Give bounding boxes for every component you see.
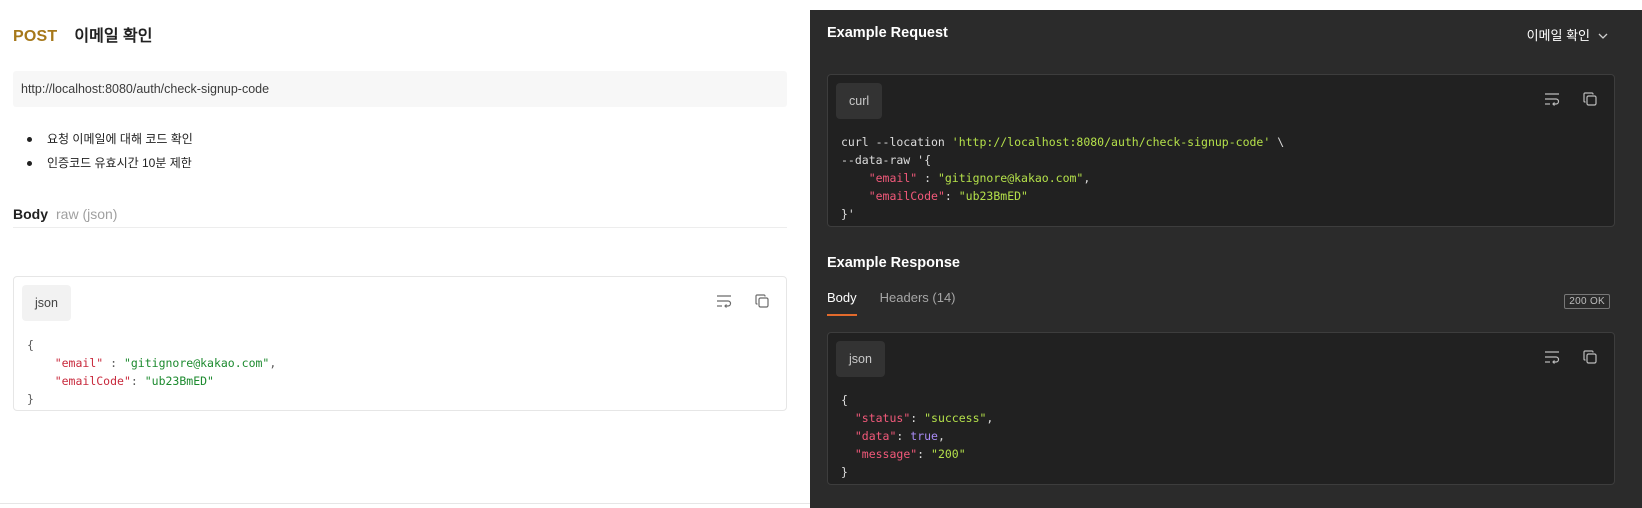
request-name: 이메일 확인 [74,28,153,45]
body-type: raw (json) [56,206,118,222]
example-selector-label: 이메일 확인 [1526,28,1590,43]
request-body-code: { "email" : "gitignore@kakao.com", "emai… [27,338,277,406]
description-item: 요청 이메일에 대해 코드 확인 [13,131,193,155]
code-language-chip: json [836,341,885,377]
example-selector[interactable]: 이메일 확인 [1527,25,1608,44]
code-toolbar [1542,347,1600,367]
request-doc-pane: POST 이메일 확인 http://localhost:8080/auth/c… [13,0,787,508]
code-toolbar [1542,89,1600,109]
example-pane: Example Request 이메일 확인 curl curl --locat… [810,10,1642,508]
tab-headers[interactable]: Headers (14) [880,290,956,316]
request-description-list: 요청 이메일에 대해 코드 확인 인증코드 유효시간 10분 제한 [13,131,193,179]
curl-code: curl --location 'http://localhost:8080/a… [841,135,1285,221]
copy-icon[interactable] [752,291,772,311]
example-request-code-block: curl curl --location 'http://localhost:8… [827,74,1615,227]
copy-icon[interactable] [1580,89,1600,109]
wrap-lines-icon[interactable] [1542,89,1562,109]
chevron-down-icon [1598,27,1608,42]
description-item: 인증코드 유효시간 10분 제한 [13,155,193,179]
request-title-row: POST 이메일 확인 [13,22,152,46]
request-url[interactable]: http://localhost:8080/auth/check-signup-… [13,71,787,107]
wrap-lines-icon[interactable] [714,291,734,311]
response-code: { "status": "success", "data": true, "me… [841,393,994,479]
code-toolbar [714,291,772,311]
example-response-title: Example Response [827,255,960,271]
wrap-lines-icon[interactable] [1542,347,1562,367]
copy-icon[interactable] [1580,347,1600,367]
http-method: POST [13,28,58,45]
tab-body[interactable]: Body [827,290,857,316]
body-label: Body [13,206,48,222]
request-body-code-block: json { "email" : "gitignore@kakao.com", … [13,276,787,411]
code-language-chip: json [22,285,71,321]
response-tabs: Body Headers (14) [827,290,956,316]
divider [0,503,810,504]
example-response-code-block: json { "status": "success", "data": true… [827,332,1615,485]
body-section-header: Body raw (json) [13,206,787,228]
example-request-title: Example Request [827,25,948,41]
code-language-chip: curl [836,83,883,119]
status-badge: 200 OK [1564,294,1610,309]
